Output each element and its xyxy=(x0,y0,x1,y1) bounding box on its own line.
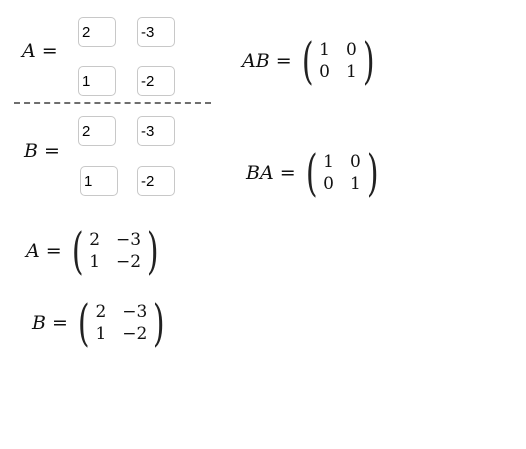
product-ab-label: AB = xyxy=(242,50,292,72)
matrix-b-entry-12[interactable] xyxy=(137,116,175,146)
product-ab-grid: 1 0 0 1 xyxy=(317,39,359,83)
product-ba-label: BA = xyxy=(246,162,296,184)
matrix-a-entry-22[interactable] xyxy=(137,66,175,96)
matrix-a-entry-11[interactable] xyxy=(78,17,116,47)
matrix-a-display: A = ( 2 −3 1 −2 ) xyxy=(26,226,163,276)
matrix-a-display-cell-21: 1 xyxy=(89,252,101,272)
product-ba-grid: 1 0 0 1 xyxy=(321,151,363,195)
matrix-b-entry-21[interactable] xyxy=(80,166,118,196)
matrix-b-display-cell-21: 1 xyxy=(95,324,107,344)
product-ab-cell-11: 1 xyxy=(319,40,330,60)
matrix-b-display-label: B = xyxy=(32,312,68,334)
matrix-a-display-cell-12: −3 xyxy=(116,230,142,250)
product-ab-cell-21: 0 xyxy=(319,62,330,82)
matrix-b-entry-11[interactable] xyxy=(78,116,116,146)
matrix-b-entry-22[interactable] xyxy=(137,166,175,196)
matrix-b-input-label: B = xyxy=(24,140,60,162)
product-ba-cell-11: 1 xyxy=(323,152,334,172)
product-ba-display: BA = ( 1 0 0 1 ) xyxy=(246,148,382,198)
matrix-a-display-cell-11: 2 xyxy=(89,230,101,250)
product-ba-cell-22: 1 xyxy=(350,174,361,194)
right-paren: ) xyxy=(362,32,375,90)
left-paren: ( xyxy=(301,32,314,90)
separator-dashed-line xyxy=(14,102,211,104)
matrix-a-display-label: A = xyxy=(26,240,62,262)
matrix-b-display-cell-22: −2 xyxy=(122,324,148,344)
left-paren: ( xyxy=(77,294,90,352)
product-ba-cell-21: 0 xyxy=(323,174,334,194)
left-paren: ( xyxy=(71,222,84,280)
left-paren: ( xyxy=(305,144,318,202)
matrix-a-display-cell-22: −2 xyxy=(116,252,142,272)
matrix-b-display-cell-11: 2 xyxy=(95,302,107,322)
matrix-a-entry-12[interactable] xyxy=(137,17,175,47)
matrix-a-display-grid: 2 −3 1 −2 xyxy=(87,229,143,273)
product-ab-display: AB = ( 1 0 0 1 ) xyxy=(242,36,378,86)
matrix-a-entry-21[interactable] xyxy=(78,66,116,96)
matrix-a-input-label: A = xyxy=(22,40,58,62)
right-paren: ) xyxy=(147,222,159,280)
matrix-b-display-grid: 2 −3 1 −2 xyxy=(93,301,149,345)
product-ab-cell-12: 0 xyxy=(346,40,357,60)
right-paren: ) xyxy=(366,144,379,202)
right-paren: ) xyxy=(153,294,165,352)
product-ba-cell-12: 0 xyxy=(350,152,361,172)
product-ab-cell-22: 1 xyxy=(346,62,357,82)
matrix-b-display-cell-12: −3 xyxy=(122,302,148,322)
matrix-b-display: B = ( 2 −3 1 −2 ) xyxy=(32,298,169,348)
